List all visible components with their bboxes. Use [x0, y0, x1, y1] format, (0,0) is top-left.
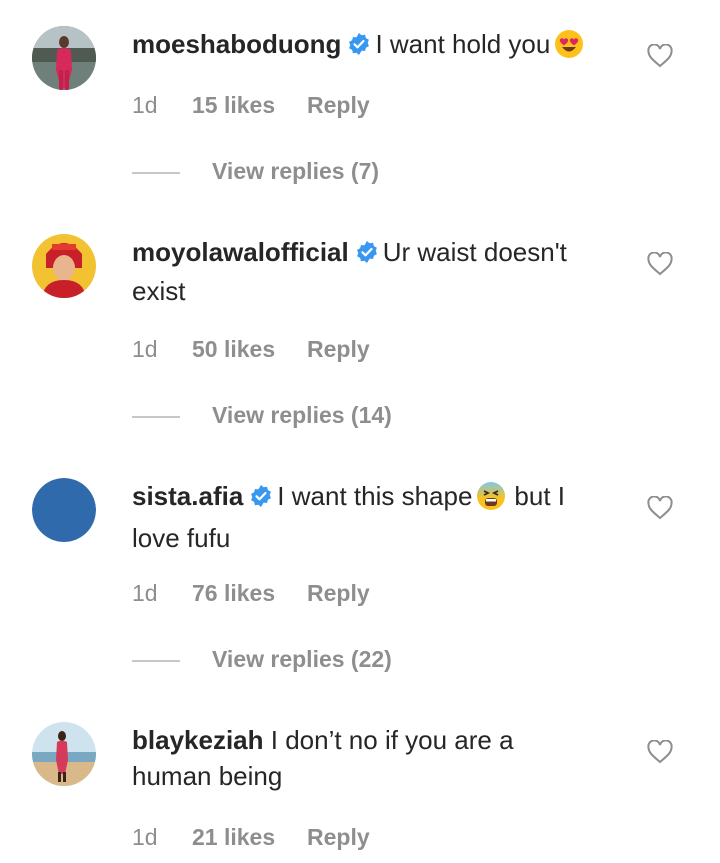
comment-body: blaykeziah I don’t no if you are a human … — [132, 722, 612, 794]
comment-body: moyolawalofficial Ur waist doesn't exist — [132, 234, 612, 309]
reply-button[interactable]: Reply — [307, 92, 370, 119]
timestamp: 1d — [132, 336, 158, 362]
divider-line — [132, 660, 180, 662]
verified-badge-icon — [355, 237, 379, 273]
view-replies-label[interactable]: View replies (7) — [212, 158, 379, 185]
comment-text-line2: exist — [132, 276, 186, 306]
comment-text-after-emoji: but I — [514, 481, 566, 511]
timestamp: 1d — [132, 92, 158, 118]
username[interactable]: moyolawalofficial — [132, 237, 349, 267]
reply-button[interactable]: Reply — [307, 336, 370, 363]
likes-count[interactable]: 76 likes — [192, 580, 275, 607]
comment-text-line2: love fufu — [132, 523, 231, 553]
divider-line — [132, 416, 180, 418]
like-heart-icon[interactable] — [647, 43, 673, 68]
verified-badge-icon — [249, 481, 273, 517]
timestamp: 1d — [132, 580, 158, 606]
reply-button[interactable]: Reply — [307, 824, 370, 851]
avatar[interactable] — [32, 478, 96, 542]
likes-count[interactable]: 50 likes — [192, 336, 275, 363]
likes-count[interactable]: 21 likes — [192, 824, 275, 851]
comment-text: I want this shape — [277, 481, 473, 511]
comment-body: moeshaboduong I want hold you — [132, 26, 612, 68]
avatar[interactable] — [32, 722, 96, 786]
divider-line — [132, 172, 180, 174]
like-heart-icon[interactable] — [647, 739, 673, 764]
username[interactable]: sista.afia — [132, 481, 243, 511]
heart-eyes-emoji — [554, 29, 584, 68]
like-heart-icon[interactable] — [647, 251, 673, 276]
timestamp: 1d — [132, 824, 158, 850]
comment-text-line2: human being — [132, 761, 283, 791]
comment-text: I don’t no if you are a — [270, 725, 514, 755]
comment-body: sista.afia I want this shape but I love fuf… — [132, 478, 612, 556]
like-heart-icon[interactable] — [647, 495, 673, 520]
avatar[interactable] — [32, 26, 96, 90]
verified-badge-icon — [347, 29, 371, 65]
comments-list: moeshaboduong I want hold you 1d 15 likes… — [0, 0, 720, 863]
view-replies-label[interactable]: View replies (14) — [212, 402, 392, 429]
view-replies-label[interactable]: View replies (22) — [212, 646, 392, 673]
avatar[interactable] — [32, 234, 96, 298]
username[interactable]: blaykeziah — [132, 725, 264, 755]
tired-face-emoji — [476, 481, 506, 520]
username[interactable]: moeshaboduong — [132, 29, 341, 59]
likes-count[interactable]: 15 likes — [192, 92, 275, 119]
comment-text: I want hold you — [375, 29, 551, 59]
comment-text: Ur waist doesn't — [382, 237, 567, 267]
reply-button[interactable]: Reply — [307, 580, 370, 607]
